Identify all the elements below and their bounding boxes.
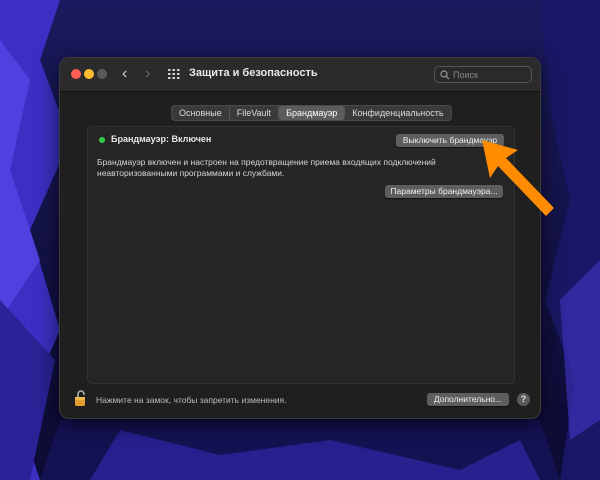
tab-bar: Основные FileVault Брандмауэр Конфиденци… [171, 105, 452, 121]
close-window-button[interactable] [71, 69, 81, 79]
help-button[interactable]: ? [517, 393, 530, 406]
window-titlebar: ‹ › Защита и безопасность [60, 58, 540, 92]
firewall-description: Брандмауэр включен и настроен на предотв… [97, 157, 497, 179]
firewall-status-indicator [99, 137, 105, 143]
description-line: неавторизованными программами и службами… [97, 168, 285, 178]
firewall-status-text: Брандмауэр: Включен [111, 134, 212, 144]
search-input[interactable] [453, 67, 527, 82]
orange-arrow-annotation [482, 140, 554, 216]
advanced-button[interactable]: Дополнительно... [427, 393, 509, 406]
chevron-right-icon[interactable]: › [145, 66, 150, 82]
window-title: Защита и безопасность [189, 67, 318, 79]
lock-open-icon[interactable] [74, 389, 88, 407]
tab-general[interactable]: Основные [172, 106, 230, 120]
tab-firewall[interactable]: Брандмауэр [279, 106, 346, 120]
tab-privacy[interactable]: Конфиденциальность [345, 106, 450, 120]
chevron-left-icon[interactable]: ‹ [122, 66, 127, 82]
lock-hint-text: Нажмите на замок, чтобы запретить измене… [96, 395, 287, 405]
search-field[interactable] [434, 66, 532, 83]
zoom-window-button[interactable] [97, 69, 107, 79]
tab-filevault[interactable]: FileVault [230, 106, 280, 120]
minimize-window-button[interactable] [84, 69, 94, 79]
system-preferences-window: ‹ › Защита и безопасность Основные FileV… [59, 57, 541, 419]
search-icon [440, 70, 450, 80]
description-line: Брандмауэр включен и настроен на предотв… [97, 157, 436, 167]
grid-icon[interactable] [168, 69, 180, 79]
